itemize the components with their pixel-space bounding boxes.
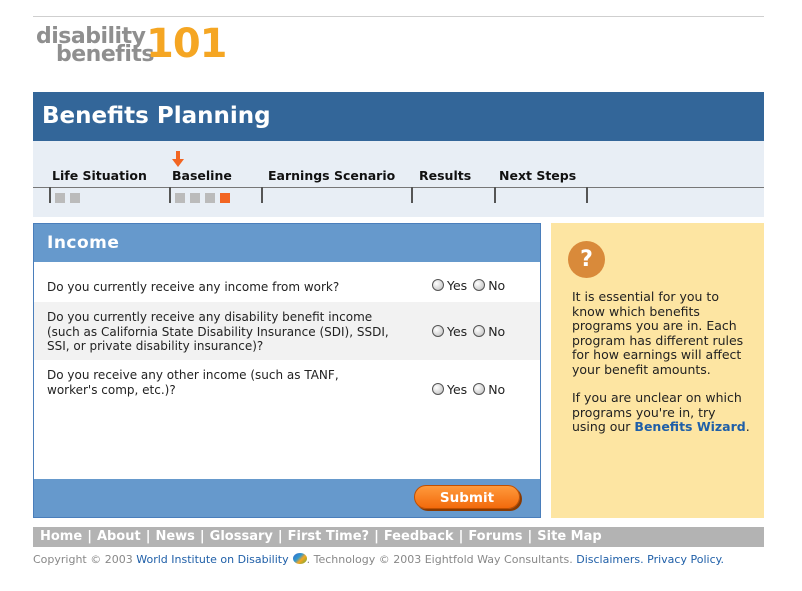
top-divider: [33, 16, 764, 17]
copyright-text: Copyright © 2003: [33, 553, 137, 566]
step-life-situation: Life Situation: [52, 168, 147, 183]
nav-feedback[interactable]: Feedback: [384, 529, 454, 544]
nav-separator: |: [145, 529, 151, 544]
yes-radio[interactable]: [432, 383, 444, 395]
copyright: Copyright © 2003 World Institute on Disa…: [33, 553, 724, 566]
question-row: Do you receive any other income (such as…: [34, 360, 540, 400]
submit-button[interactable]: Submit: [414, 485, 520, 509]
current-step-arrow-icon: [172, 151, 184, 167]
privacy-policy-link[interactable]: Privacy Policy.: [647, 553, 724, 566]
step-tick: [494, 187, 496, 203]
nav-separator: |: [199, 529, 205, 544]
disclaimers-link[interactable]: Disclaimers.: [576, 553, 643, 566]
nav-separator: |: [87, 529, 92, 544]
page-title: Benefits Planning: [42, 103, 271, 129]
step-tick: [261, 187, 263, 203]
question-text: Do you currently receive any disability …: [47, 310, 389, 353]
question-row: Do you currently receive any disability …: [34, 302, 540, 360]
no-radio[interactable]: [473, 325, 486, 337]
yes-radio[interactable]: [432, 279, 444, 291]
question-row: Do you currently receive any income from…: [34, 262, 540, 302]
step-earnings-scenario: Earnings Scenario: [268, 168, 396, 183]
wid-link[interactable]: World Institute on Disability: [136, 553, 288, 566]
nav-about[interactable]: About: [97, 529, 141, 544]
yes-label: Yes: [447, 324, 468, 339]
form-header: Income: [34, 224, 540, 262]
no-label: No: [488, 382, 506, 397]
help-panel: ? It is essential for you to know which …: [551, 223, 764, 518]
nav-site-map[interactable]: Site Map: [537, 529, 601, 544]
baseline-progress-square: [190, 193, 200, 203]
step-tick: [169, 187, 171, 203]
step-results: Results: [419, 168, 472, 183]
help-paragraph: It is essential for you to know which be…: [572, 289, 744, 377]
step-baseline: Baseline: [172, 168, 232, 183]
nav-forums[interactable]: Forums: [468, 529, 522, 544]
form-footer: Submit: [34, 479, 540, 517]
step-next-steps: Next Steps: [499, 168, 577, 183]
step-tick: [411, 187, 413, 203]
technology-text: . Technology © 2003 Eightfold Way Consul…: [306, 553, 577, 566]
no-label: No: [488, 278, 506, 293]
question-text: Do you receive any other income (such as…: [47, 368, 339, 397]
progress-steps: Life Situation Baseline Earnings Scenari…: [33, 141, 764, 217]
yes-label: Yes: [447, 382, 468, 397]
nav-separator: |: [458, 529, 464, 544]
logo-number: 101: [146, 21, 227, 67]
nav-separator: |: [374, 529, 379, 544]
step-divider: [33, 187, 764, 188]
nav-first-time[interactable]: First Time?: [288, 529, 369, 544]
nav-glossary[interactable]: Glossary: [210, 529, 273, 544]
baseline-progress-square: [205, 193, 215, 203]
logo-word-benefits: benefits: [56, 42, 154, 67]
answer-options: Yes No: [432, 278, 505, 293]
question-text: Do you currently receive any income from…: [47, 280, 340, 294]
no-radio[interactable]: [473, 279, 486, 291]
baseline-progress-square: [175, 193, 185, 203]
no-label: No: [488, 324, 506, 339]
question-icon: ?: [568, 241, 605, 278]
help-text: It is essential for you to know which be…: [572, 289, 752, 449]
yes-radio[interactable]: [432, 325, 444, 337]
nav-separator: |: [527, 529, 533, 544]
no-radio[interactable]: [473, 383, 486, 395]
yes-label: Yes: [447, 278, 468, 293]
nav-home[interactable]: Home: [40, 529, 82, 544]
footer-nav: Home | About | News | Glossary | First Time? | Fee…: [33, 527, 764, 547]
life-situation-progress-square: [55, 193, 65, 203]
globe-icon: [292, 553, 307, 564]
life-situation-progress-square: [70, 193, 80, 203]
step-tick: [586, 187, 588, 203]
answer-options: Yes No: [432, 382, 505, 397]
help-paragraph-wizard: If you are unclear on which programs you…: [572, 390, 752, 435]
form-heading: Income: [47, 233, 120, 253]
answer-options: Yes No: [432, 324, 505, 339]
benefits-wizard-link[interactable]: Benefits Wizard: [634, 419, 745, 434]
income-form: Income Do you currently receive any inco…: [33, 223, 541, 518]
nav-news[interactable]: News: [155, 529, 194, 544]
step-tick: [49, 187, 51, 203]
nav-separator: |: [277, 529, 283, 544]
site-logo[interactable]: disability benefits 101: [36, 21, 236, 68]
title-bar: Benefits Planning: [33, 92, 764, 141]
baseline-current-square: [220, 193, 230, 203]
nav-links: Home | About | News | Glossary | First Time? | Fee…: [40, 529, 602, 544]
help-wizard-suffix: .: [745, 419, 750, 434]
